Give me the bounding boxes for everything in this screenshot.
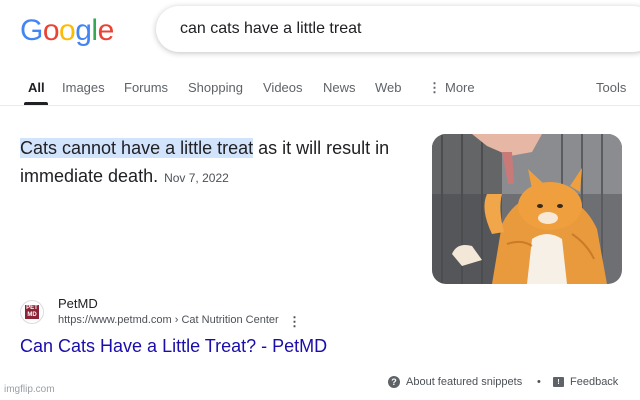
search-tabs: All Images Forums Shopping Videos News W… bbox=[0, 74, 640, 106]
featured-snippet-image[interactable] bbox=[432, 134, 622, 284]
featured-snippet-text: Cats cannot have a little treat as it wi… bbox=[20, 134, 420, 192]
about-featured-snippets-label: About featured snippets bbox=[406, 376, 523, 388]
snippet-highlight: Cats cannot have a little treat bbox=[20, 138, 254, 158]
feedback-label: Feedback bbox=[570, 376, 619, 388]
logo-letter: g bbox=[75, 14, 92, 47]
tab-web[interactable]: Web bbox=[375, 80, 402, 95]
tab-shopping[interactable]: Shopping bbox=[188, 80, 243, 95]
feedback-icon: ! bbox=[553, 377, 564, 387]
snippet-text-line2: immediate death. bbox=[20, 166, 159, 186]
vertical-dots-icon: ⋮ bbox=[428, 80, 441, 95]
google-logo[interactable]: Google bbox=[20, 14, 114, 48]
tab-more[interactable]: ⋮ More bbox=[428, 80, 475, 96]
search-box[interactable]: can cats have a little treat bbox=[156, 6, 640, 52]
result-site-name[interactable]: PetMD bbox=[58, 296, 98, 311]
tab-all[interactable]: All bbox=[28, 80, 45, 95]
logo-letter: e bbox=[97, 14, 115, 47]
search-input[interactable]: can cats have a little treat bbox=[180, 20, 361, 38]
kebab-icon[interactable]: ⋮ bbox=[288, 314, 301, 330]
tools-button[interactable]: Tools bbox=[596, 80, 626, 95]
cat-photo-icon bbox=[432, 134, 622, 284]
snippet-date: Nov 7, 2022 bbox=[164, 171, 229, 185]
tab-news[interactable]: News bbox=[323, 80, 356, 95]
feedback-button[interactable]: ! Feedback bbox=[553, 376, 618, 388]
active-tab-indicator bbox=[24, 102, 48, 105]
logo-letter: o bbox=[59, 14, 76, 47]
result-url[interactable]: https://www.petmd.com › Cat Nutrition Ce… bbox=[58, 314, 279, 326]
tab-videos[interactable]: Videos bbox=[263, 80, 303, 95]
about-featured-snippets[interactable]: ? About featured snippets bbox=[388, 376, 522, 388]
petmd-logo-icon: PET MD bbox=[25, 305, 39, 319]
tab-more-label: More bbox=[445, 80, 475, 95]
tab-images[interactable]: Images bbox=[62, 80, 105, 95]
help-icon: ? bbox=[388, 376, 400, 388]
logo-letter: G bbox=[20, 14, 43, 47]
result-title-link[interactable]: Can Cats Have a Little Treat? - PetMD bbox=[20, 336, 327, 357]
logo-letter: o bbox=[42, 14, 60, 47]
watermark: imgflip.com bbox=[4, 384, 55, 395]
footer-separator: • bbox=[537, 376, 541, 388]
petmd-favicon[interactable]: PET MD bbox=[20, 300, 44, 324]
snippet-text-line1: as it will result in bbox=[253, 138, 390, 158]
tab-forums[interactable]: Forums bbox=[124, 80, 168, 95]
